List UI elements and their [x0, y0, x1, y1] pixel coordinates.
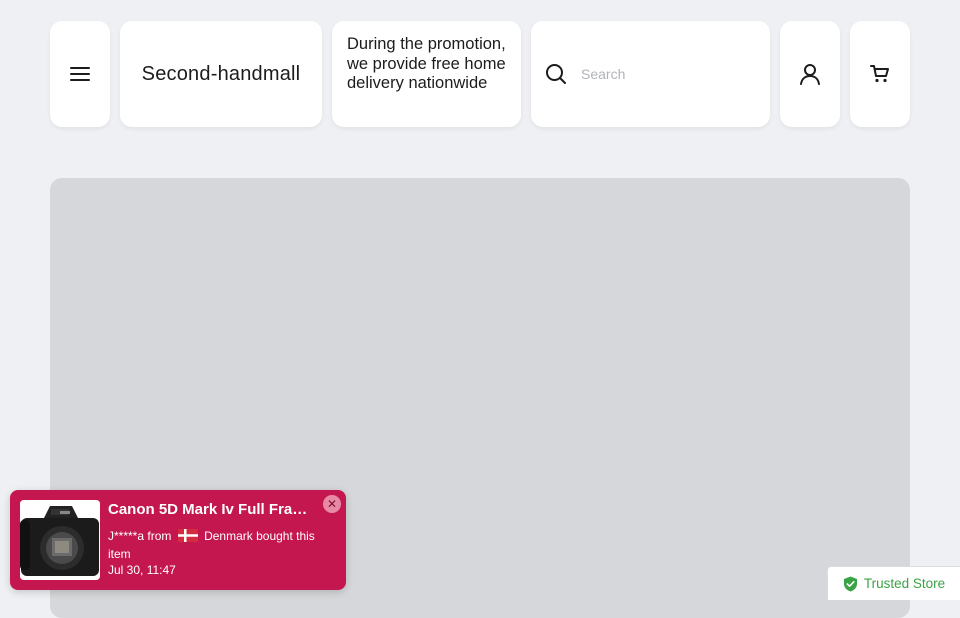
toast-time: Jul 30, 11:47 — [108, 563, 176, 577]
brand-card[interactable]: Second-handmall — [120, 21, 322, 127]
search-input[interactable] — [579, 65, 753, 83]
toast-message: J*****a from Denmark bought this item — [108, 527, 328, 563]
hamburger-menu-icon — [70, 67, 90, 81]
recent-purchase-toast[interactable]: Canon 5D Mark Iv Full Frame Digital SLR … — [10, 490, 346, 590]
promo-card: During the promotion, we provide free ho… — [332, 21, 521, 127]
user-icon — [800, 64, 820, 85]
denmark-flag-icon — [177, 529, 198, 542]
toast-from: from — [147, 529, 172, 543]
promo-text: During the promotion, we provide free ho… — [347, 35, 506, 92]
menu-button[interactable] — [50, 21, 110, 127]
shield-check-icon — [843, 576, 857, 591]
search-box[interactable] — [531, 21, 770, 127]
toast-buyer: J*****a — [108, 529, 145, 543]
close-icon[interactable]: ✕ — [323, 495, 341, 513]
cart-button[interactable] — [850, 21, 910, 127]
toast-country: Denmark — [204, 529, 253, 543]
product-thumbnail[interactable] — [20, 500, 100, 580]
trusted-store-badge[interactable]: Trusted Store — [827, 566, 960, 600]
brand-name: Second-handmall — [141, 62, 301, 85]
camera-image — [20, 500, 100, 580]
trusted-store-label: Trusted Store — [863, 576, 946, 591]
account-button[interactable] — [780, 21, 840, 127]
toast-product-title[interactable]: Canon 5D Mark Iv Full Frame Digital SLR … — [108, 501, 318, 518]
search-icon — [546, 64, 566, 84]
shopping-cart-icon — [870, 65, 889, 83]
